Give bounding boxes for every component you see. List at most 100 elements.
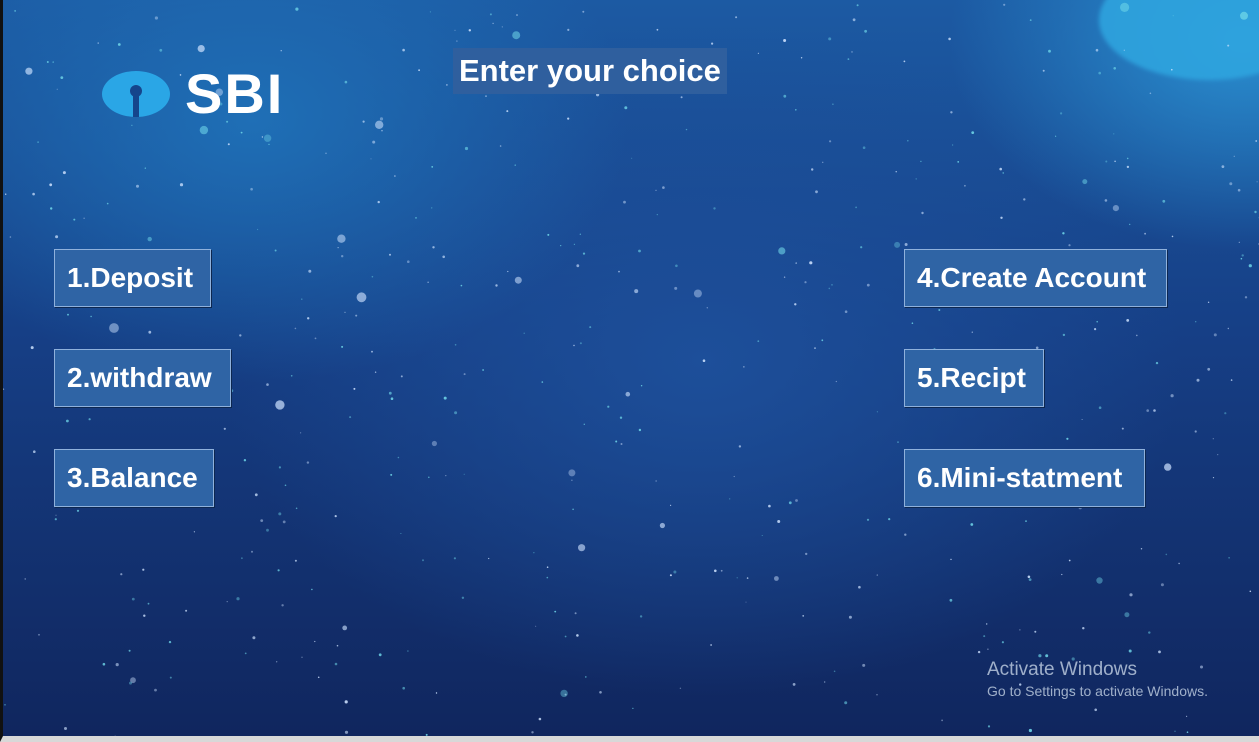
- sparkle: [533, 552, 535, 554]
- sparkle: [341, 255, 344, 258]
- sparkle: [714, 569, 717, 573]
- sparkle: [300, 432, 302, 434]
- sparkle: [656, 28, 659, 31]
- sparkle: [632, 707, 634, 710]
- sparkle: [276, 661, 278, 663]
- sparkle: [1164, 463, 1172, 471]
- sparkle: [638, 249, 641, 253]
- sparkle: [546, 566, 549, 568]
- sparkle: [1155, 361, 1159, 365]
- sparkle: [783, 39, 787, 42]
- sparkle: [353, 387, 356, 390]
- sparkle: [83, 217, 85, 219]
- deposit-button[interactable]: 1.Deposit: [54, 249, 211, 307]
- sparkle: [295, 507, 298, 510]
- sparkle: [142, 568, 145, 571]
- sparkle: [76, 509, 80, 512]
- sparkle: [1128, 649, 1132, 653]
- activate-windows-watermark: Activate Windows Go to Settings to activ…: [987, 659, 1208, 701]
- sparkle: [461, 596, 465, 599]
- sparkle: [507, 270, 509, 273]
- sparkle: [1082, 627, 1085, 630]
- sparkle: [317, 676, 320, 679]
- sparkle: [33, 450, 36, 454]
- sparkle: [432, 246, 435, 249]
- sparkle: [463, 373, 466, 376]
- sbi-keyhole-logo-icon: [102, 71, 170, 117]
- sparkle: [1096, 577, 1103, 584]
- sparkle: [815, 190, 818, 194]
- sparkle: [314, 337, 317, 340]
- sparkle: [579, 342, 582, 345]
- sparkle: [746, 577, 749, 579]
- sparkle: [804, 281, 807, 284]
- sparkle: [567, 117, 570, 120]
- sparkle: [55, 235, 59, 239]
- sparkle: [389, 253, 391, 256]
- sparkle: [634, 289, 639, 294]
- sparkle: [541, 381, 544, 383]
- sparkle: [1178, 562, 1180, 565]
- sparkle: [783, 276, 786, 278]
- sparkle: [431, 440, 437, 447]
- sparkle: [1060, 112, 1063, 115]
- sparkle: [1129, 593, 1133, 597]
- sparkle: [445, 475, 447, 477]
- sparkle: [1023, 198, 1026, 201]
- sparkle: [254, 493, 258, 497]
- sparkle: [864, 29, 867, 33]
- sparkle: [1061, 573, 1063, 576]
- sparkle: [24, 578, 26, 580]
- sparkle: [66, 419, 69, 423]
- sparkle: [185, 609, 188, 612]
- sparkle: [355, 314, 358, 317]
- sparkle: [25, 67, 33, 75]
- sparkle: [415, 217, 417, 219]
- sparkle: [280, 50, 282, 52]
- sparkle: [1121, 427, 1124, 430]
- sparkle: [371, 350, 373, 353]
- sparkle: [1068, 244, 1071, 247]
- sparkle: [866, 518, 870, 521]
- sparkle: [344, 80, 348, 84]
- sparkle: [757, 52, 760, 54]
- sparkle: [844, 701, 848, 705]
- sparkle: [625, 391, 631, 397]
- sparkle: [1241, 254, 1244, 257]
- sparkle: [876, 411, 879, 413]
- sparkle: [659, 522, 666, 529]
- sparkle: [904, 243, 908, 246]
- sparkle: [950, 558, 952, 561]
- sparkle: [284, 484, 287, 487]
- sparkle: [344, 730, 349, 734]
- sparkle: [620, 443, 623, 445]
- sparkle: [941, 719, 943, 722]
- sparkle: [4, 704, 6, 706]
- sparkle: [564, 693, 567, 696]
- sparkle: [844, 310, 848, 314]
- sparkle: [334, 515, 337, 518]
- sparkle: [514, 276, 522, 284]
- sparkle: [1113, 133, 1115, 135]
- withdraw-button[interactable]: 2.withdraw: [54, 349, 231, 407]
- balance-button[interactable]: 3.Balance: [54, 449, 214, 507]
- sparkle: [397, 456, 400, 459]
- sparkle: [1029, 19, 1032, 21]
- sparkle: [1098, 406, 1102, 410]
- sparkle: [400, 375, 403, 378]
- recipt-button[interactable]: 5.Recipt: [904, 349, 1044, 407]
- sparkle: [655, 189, 657, 191]
- sparkle: [987, 648, 989, 650]
- sparkle: [638, 428, 642, 432]
- sparkle: [425, 733, 428, 736]
- sparkle: [583, 423, 585, 425]
- sparkle: [957, 161, 960, 163]
- create-account-button[interactable]: 4.Create Account: [904, 249, 1167, 307]
- sparkle: [342, 625, 348, 631]
- sparkle: [1230, 379, 1233, 381]
- mini-statement-button[interactable]: 6.Mini-statment: [904, 449, 1145, 507]
- sparkle: [800, 57, 803, 59]
- sparkle: [585, 676, 587, 678]
- page-title: Enter your choice: [453, 48, 727, 94]
- sparkle: [656, 214, 658, 216]
